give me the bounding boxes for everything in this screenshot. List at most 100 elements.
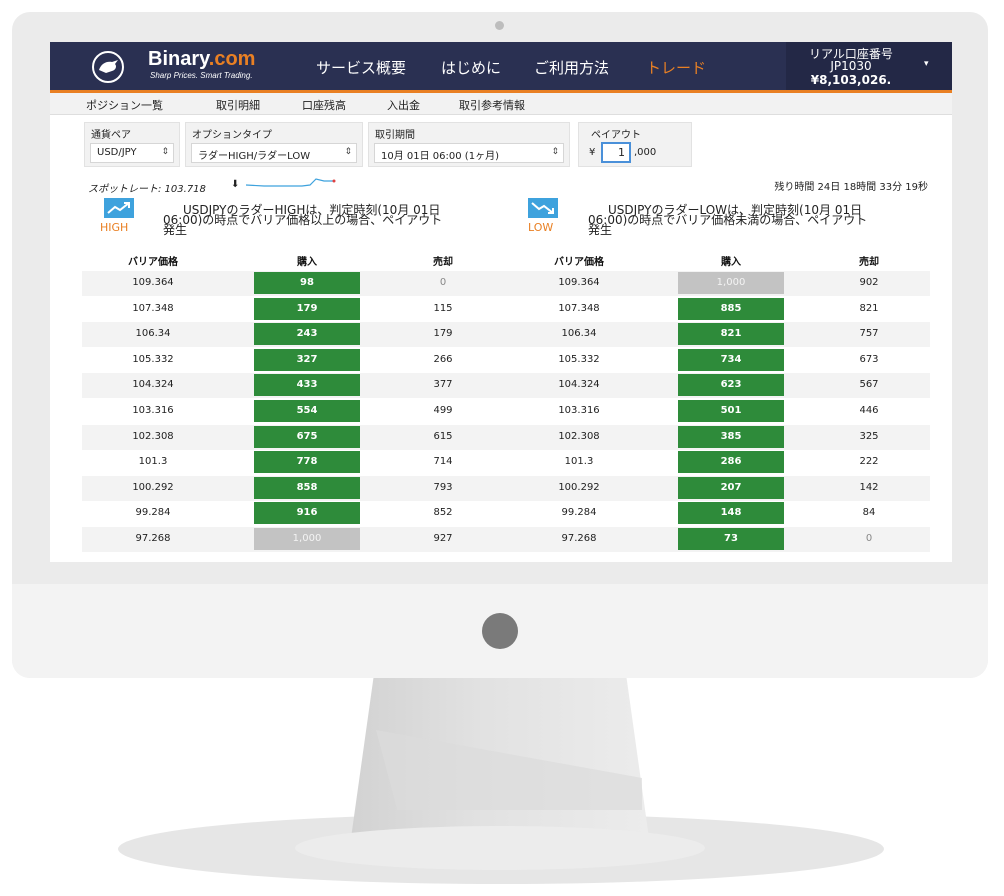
high-buy-button[interactable]: 916 bbox=[254, 502, 360, 524]
header-high-buy: 購入 bbox=[297, 257, 317, 268]
high-sell-cell: 714 bbox=[433, 456, 453, 467]
currency-pair-select[interactable]: USD/JPY ⇕ bbox=[90, 143, 174, 163]
high-buy-button[interactable]: 243 bbox=[254, 323, 360, 345]
high-description-line2: 06:00)の時点でバリア価格以上の場合、ペイアウト bbox=[163, 213, 443, 227]
high-sell-cell: 852 bbox=[433, 507, 453, 518]
subnav-balance[interactable]: 口座残高 bbox=[302, 97, 346, 113]
option-type-label: オプションタイプ bbox=[192, 130, 272, 141]
payout-currency: ¥ bbox=[589, 147, 596, 158]
table-row bbox=[82, 271, 930, 296]
header-high-sell: 売却 bbox=[433, 257, 453, 268]
power-button-icon bbox=[482, 613, 518, 649]
trade-period-select[interactable]: 10月 01日 06:00 (1ヶ月) ⇕ bbox=[374, 143, 564, 163]
account-id: JP1030 bbox=[830, 59, 872, 73]
low-tag: LOW bbox=[528, 221, 554, 234]
remaining-time: 残り時間 24日 18時間 33分 19秒 bbox=[774, 182, 928, 193]
trend-up-icon bbox=[104, 198, 134, 218]
low-sell-cell: 0 bbox=[865, 533, 873, 544]
low-buy-button[interactable]: 148 bbox=[678, 502, 784, 524]
down-arrow-icon: ⬇ bbox=[231, 179, 240, 190]
subnav-statement[interactable]: 取引明細 bbox=[216, 97, 260, 113]
table-row bbox=[82, 450, 930, 475]
low-description: USDJPYのラダーLOWは、判定時刻(10月 01日 06:00)の時点でバリ… bbox=[588, 204, 928, 236]
high-sell-cell: 0 bbox=[439, 277, 447, 288]
subnav-cashier[interactable]: 入出金 bbox=[387, 97, 420, 113]
high-buy-button: 1,000 bbox=[254, 528, 360, 550]
low-sell-cell: 84 bbox=[862, 507, 876, 518]
trade-period-value: 10月 01日 06:00 (1ヶ月) bbox=[381, 151, 499, 162]
account-balance: ¥8,103,026. bbox=[810, 73, 892, 87]
high-buy-button[interactable]: 858 bbox=[254, 477, 360, 499]
low-buy-button[interactable]: 207 bbox=[678, 477, 784, 499]
high-barrier-cell: 109.364 bbox=[132, 277, 174, 288]
currency-pair-value: USD/JPY bbox=[97, 147, 137, 158]
table-row bbox=[82, 527, 930, 552]
subnav-positions[interactable]: ポジション一覧 bbox=[86, 97, 163, 113]
nav-how-to-use[interactable]: ご利用方法 bbox=[534, 57, 609, 78]
low-buy-button[interactable]: 623 bbox=[678, 374, 784, 396]
sub-navbar: ポジション一覧 取引明細 口座残高 入出金 取引参考情報 bbox=[50, 93, 952, 115]
nav-trade[interactable]: トレード bbox=[646, 57, 706, 78]
high-buy-button[interactable]: 433 bbox=[254, 374, 360, 396]
caret-down-icon[interactable]: ▾ bbox=[924, 59, 929, 69]
low-sell-cell: 567 bbox=[859, 379, 879, 390]
payout-label: ペイアウト bbox=[591, 130, 641, 141]
high-sell-cell: 115 bbox=[433, 303, 453, 314]
high-barrier-cell: 101.3 bbox=[138, 456, 168, 467]
subnav-trading-info[interactable]: 取引参考情報 bbox=[459, 97, 525, 113]
high-sell-cell: 615 bbox=[433, 431, 453, 442]
low-buy-button[interactable]: 821 bbox=[678, 323, 784, 345]
low-buy-button[interactable]: 885 bbox=[678, 298, 784, 320]
low-buy-button[interactable]: 385 bbox=[678, 426, 784, 448]
brand-name[interactable]: Binary.com bbox=[148, 48, 255, 71]
low-sell-cell: 142 bbox=[859, 482, 879, 493]
table-row bbox=[82, 425, 930, 450]
low-sell-cell: 902 bbox=[859, 277, 879, 288]
table-row bbox=[82, 348, 930, 373]
header-low-buy: 購入 bbox=[721, 257, 741, 268]
spot-rate: スポットレート: 103.718 bbox=[88, 184, 206, 195]
high-sell-cell: 499 bbox=[433, 405, 453, 416]
high-buy-button[interactable]: 778 bbox=[254, 451, 360, 473]
low-barrier-cell: 103.316 bbox=[558, 405, 600, 416]
high-buy-button[interactable]: 179 bbox=[254, 298, 360, 320]
high-sell-cell: 927 bbox=[433, 533, 453, 544]
payout-input[interactable]: 1 bbox=[601, 142, 631, 163]
high-barrier-cell: 106.34 bbox=[135, 328, 171, 339]
low-buy-button[interactable]: 501 bbox=[678, 400, 784, 422]
nav-service-overview[interactable]: サービス概要 bbox=[316, 57, 406, 78]
table-row bbox=[82, 373, 930, 398]
account-menu[interactable]: リアル口座番号 JP1030 ¥8,103,026. ▾ bbox=[786, 42, 952, 90]
option-type-value: ラダーHIGH/ラダーLOW bbox=[198, 151, 311, 162]
low-buy-button[interactable]: 286 bbox=[678, 451, 784, 473]
select-arrows-icon: ⇕ bbox=[161, 147, 169, 157]
option-type-select[interactable]: ラダーHIGH/ラダーLOW ⇕ bbox=[191, 143, 357, 163]
monitor-stand-base bbox=[295, 826, 705, 870]
bull-logo-icon[interactable] bbox=[92, 51, 124, 83]
high-buy-button[interactable]: 327 bbox=[254, 349, 360, 371]
low-barrier-cell: 104.324 bbox=[558, 379, 600, 390]
low-barrier-cell: 106.34 bbox=[561, 328, 597, 339]
table-row bbox=[82, 322, 930, 347]
high-barrier-cell: 100.292 bbox=[132, 482, 174, 493]
header-high-barrier: バリア価格 bbox=[128, 257, 178, 268]
low-sell-cell: 325 bbox=[859, 431, 879, 442]
low-sell-cell: 821 bbox=[859, 303, 879, 314]
low-description-line2: 06:00)の時点でバリア価格未満の場合、ペイアウト bbox=[588, 213, 868, 227]
high-buy-button[interactable]: 554 bbox=[254, 400, 360, 422]
low-barrier-cell: 99.284 bbox=[561, 507, 597, 518]
low-barrier-cell: 100.292 bbox=[558, 482, 600, 493]
low-sell-cell: 222 bbox=[859, 456, 879, 467]
low-buy-button[interactable]: 734 bbox=[678, 349, 784, 371]
high-buy-button[interactable]: 98 bbox=[254, 272, 360, 294]
low-barrier-cell: 109.364 bbox=[558, 277, 600, 288]
high-buy-button[interactable]: 675 bbox=[254, 426, 360, 448]
select-arrows-icon: ⇕ bbox=[344, 147, 352, 157]
spot-sparkline bbox=[245, 178, 336, 187]
high-sell-cell: 793 bbox=[433, 482, 453, 493]
header-low-sell: 売却 bbox=[859, 257, 879, 268]
low-buy-button[interactable]: 73 bbox=[678, 528, 784, 550]
header-low-barrier: バリア価格 bbox=[554, 257, 604, 268]
select-arrows-icon: ⇕ bbox=[551, 147, 559, 157]
nav-getting-started[interactable]: はじめに bbox=[441, 57, 501, 78]
